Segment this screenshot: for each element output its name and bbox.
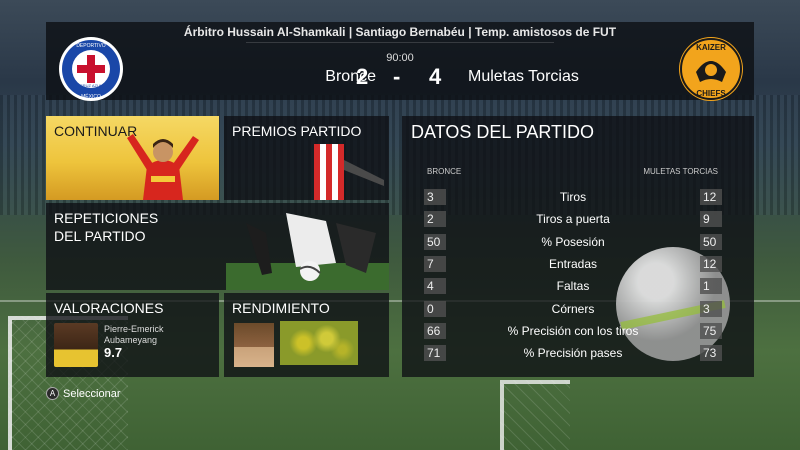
stats-home-team-label: BRONCE — [427, 167, 462, 176]
stat-away-value: 75 — [700, 323, 722, 339]
stat-label: Córners — [551, 302, 595, 316]
away-team-crest: KAIZER CHIEFS — [679, 37, 743, 101]
performance-player-avatar — [234, 323, 274, 367]
replay-action-image — [226, 213, 389, 290]
stat-label: % Precisión pases — [523, 346, 623, 360]
select-hint-label: Seleccionar — [63, 387, 121, 400]
home-crest-country: MÉXICO — [81, 93, 101, 100]
home-crest-text-top: DEPORTIVO — [76, 43, 105, 49]
continue-tile[interactable]: CONTINUAR — [46, 116, 219, 200]
home-crest-text-bottom: CRUZ AZUL — [80, 83, 103, 88]
stat-row: 2 Tiros a puerta 9 — [424, 211, 722, 229]
stat-home-value: 66 — [424, 323, 446, 339]
match-replays-tile[interactable]: REPETICIONES DEL PARTIDO — [46, 203, 389, 290]
away-crest-text-top: KAIZER — [696, 43, 726, 52]
home-team-crest: DEPORTIVO MÉXICO CRUZ AZUL — [59, 37, 123, 101]
top-player-name: Pierre-Emerick Aubameyang — [104, 324, 164, 345]
match-awards-label: PREMIOS PARTIDO — [232, 123, 362, 139]
away-score: 4 — [429, 64, 442, 89]
stat-label: Entradas — [548, 257, 598, 271]
match-stats-panel: DATOS DEL PARTIDO BRONCE MULETAS TORCIAS… — [402, 116, 754, 377]
match-header: Árbitro Hussain Al-Shamkali | Santiago B… — [46, 22, 754, 100]
goal-net-far — [500, 380, 570, 450]
stat-away-value: 12 — [700, 189, 722, 205]
stat-home-value: 4 — [424, 278, 446, 294]
select-hint: A Seleccionar — [46, 387, 120, 400]
away-crest-text-bottom: CHIEFS — [696, 89, 726, 98]
stat-away-value: 12 — [700, 256, 722, 272]
home-score: 2 — [356, 64, 369, 89]
stat-row: 7 Entradas 12 — [424, 256, 722, 274]
match-clock: 90:00 — [386, 52, 414, 64]
match-replays-label: REPETICIONES DEL PARTIDO — [54, 210, 159, 244]
stat-away-value: 3 — [700, 301, 722, 317]
away-team-name: Muletas Torcias — [468, 68, 579, 85]
match-stats-title: DATOS DEL PARTIDO — [411, 122, 595, 142]
performance-heatmap — [280, 321, 358, 365]
stat-home-value: 3 — [424, 189, 446, 205]
top-player-rating: 9.7 — [104, 345, 123, 360]
stat-label: % Posesión — [541, 235, 605, 249]
player-ratings-tile[interactable]: VALORACIONES Pierre-Emerick Aubameyang 9… — [46, 293, 219, 377]
match-awards-tile[interactable]: PREMIOS PARTIDO — [224, 116, 389, 200]
stat-home-value: 2 — [424, 211, 446, 227]
stat-row: 3 Tiros 12 — [424, 189, 722, 207]
stat-home-value: 7 — [424, 256, 446, 272]
performance-tile[interactable]: RENDIMIENTO — [224, 293, 389, 377]
match-info: Árbitro Hussain Al-Shamkali | Santiago B… — [183, 25, 617, 39]
stat-home-value: 71 — [424, 345, 446, 361]
stat-row: 66 % Precisión con los tiros 75 — [424, 323, 722, 341]
stat-label: % Precisión con los tiros — [507, 324, 639, 338]
stat-label: Faltas — [556, 279, 590, 293]
stat-label: Tiros a puerta — [536, 212, 610, 226]
stat-row: 71 % Precisión pases 73 — [424, 345, 722, 363]
home-team-name: Bronce — [325, 68, 376, 85]
a-button-icon: A — [46, 387, 59, 400]
stat-away-value: 1 — [700, 278, 722, 294]
player-ratings-label: VALORACIONES — [54, 300, 164, 316]
stat-away-value: 50 — [700, 234, 722, 250]
performance-label: RENDIMIENTO — [232, 300, 330, 316]
player-celebration-image — [127, 134, 199, 200]
stats-away-team-label: MULETAS TORCIAS — [643, 167, 718, 176]
stat-row: 0 Córners 3 — [424, 301, 722, 319]
stat-row: 50 % Posesión 50 — [424, 234, 722, 252]
score-separator: - — [393, 64, 401, 89]
stat-label: Tiros — [559, 190, 587, 204]
stat-away-value: 9 — [700, 211, 722, 227]
stat-home-value: 0 — [424, 301, 446, 317]
stat-home-value: 50 — [424, 234, 446, 250]
stat-away-value: 73 — [700, 345, 722, 361]
stat-row: 4 Faltas 1 — [424, 278, 722, 296]
awards-player-image — [314, 144, 384, 200]
header-divider — [246, 42, 554, 43]
player-avatar — [54, 323, 98, 367]
